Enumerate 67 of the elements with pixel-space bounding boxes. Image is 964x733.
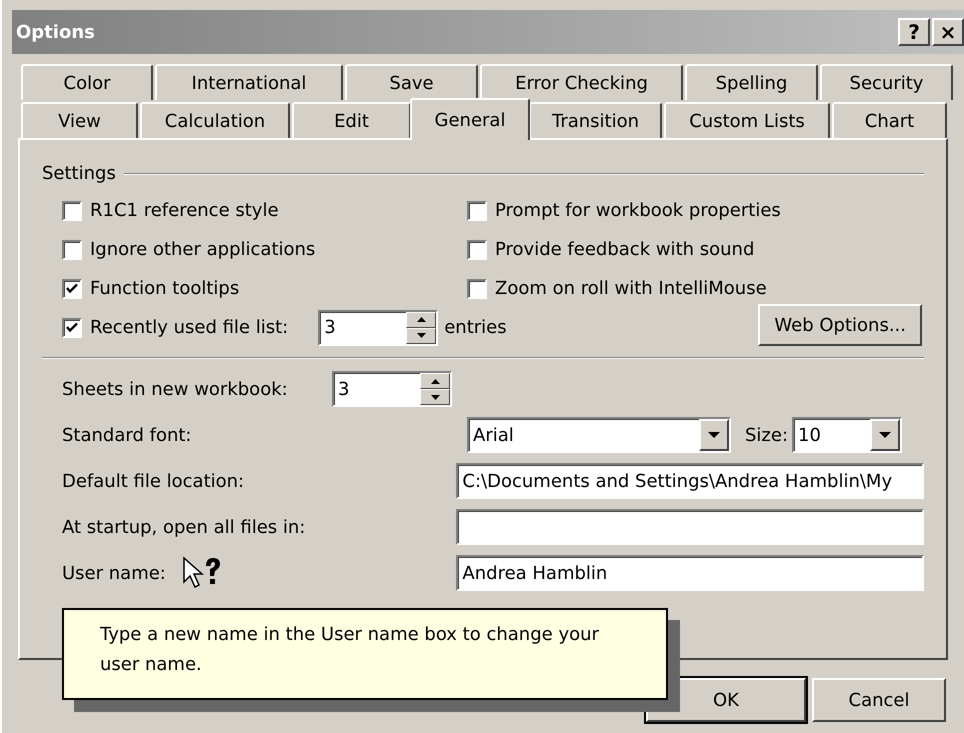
tab[interactable]: Transition — [529, 102, 662, 138]
field-value: Andrea Hamblin — [461, 562, 608, 586]
spin-down-button[interactable] — [420, 389, 450, 405]
spinner-value: 3 — [323, 316, 337, 340]
tab[interactable]: Color — [21, 64, 153, 100]
entries-label: entries — [444, 316, 507, 340]
checkbox[interactable] — [62, 318, 82, 338]
tab[interactable]: General — [410, 98, 530, 140]
size-dropdown[interactable]: 10 — [792, 417, 902, 453]
checkbox-label: Function tooltips — [90, 277, 240, 301]
spin-down-button[interactable] — [406, 328, 436, 344]
checkbox-label: Provide feedback with sound — [495, 238, 754, 262]
checkbox-label: Ignore other applications — [90, 238, 316, 262]
tab[interactable]: International — [155, 64, 343, 100]
checkbox-label: R1C1 reference style — [90, 199, 279, 223]
dropdown-value: Arial — [472, 424, 515, 448]
down-arrow-icon — [416, 333, 426, 338]
size-label: Size: — [745, 424, 788, 446]
checkmark-icon — [66, 322, 78, 333]
startup-field[interactable] — [456, 509, 924, 545]
web-options-button[interactable]: Web Options... — [758, 304, 922, 346]
checkbox-label: Prompt for workbook properties — [495, 199, 781, 223]
tab[interactable]: Chart — [832, 102, 947, 138]
up-arrow-icon — [416, 317, 426, 322]
field-value: C:\Documents and Settings\Andrea Hamblin\My — [461, 470, 892, 494]
checkbox-label: Zoom on roll with IntelliMouse — [495, 277, 767, 301]
spin-up-button[interactable] — [406, 312, 436, 328]
field-label: User name: — [62, 562, 166, 586]
field-label: Sheets in new workbook: — [62, 378, 288, 400]
tab[interactable]: Custom Lists — [664, 102, 830, 138]
field-label: Default file location: — [62, 470, 244, 492]
checkbox[interactable] — [62, 200, 82, 220]
checkbox[interactable] — [467, 240, 487, 260]
recent-files-spinner[interactable]: 3 — [318, 310, 438, 346]
checkbox[interactable] — [62, 278, 82, 298]
checkbox-label: Recently used file list: — [90, 316, 288, 340]
close-button[interactable]: × — [932, 18, 964, 46]
user-name-field[interactable]: Andrea Hamblin — [456, 555, 924, 591]
tab[interactable]: Security — [820, 64, 953, 100]
spinner-value: 3 — [337, 378, 350, 402]
tab[interactable]: Spelling — [685, 64, 818, 100]
field-label: At startup, open all files in: — [62, 516, 306, 538]
help-button[interactable]: ? — [898, 18, 930, 46]
location-field[interactable]: C:\Documents and Settings\Andrea Hamblin\My — [456, 463, 924, 499]
checkbox[interactable] — [467, 278, 487, 298]
spin-up-button[interactable] — [420, 373, 450, 389]
checkmark-icon — [66, 283, 78, 294]
cancel-button[interactable]: Cancel — [812, 678, 946, 722]
dropdown-button[interactable] — [870, 419, 900, 451]
group-title: Settings — [42, 162, 116, 186]
tab[interactable]: View — [21, 102, 138, 138]
up-arrow-icon — [430, 378, 440, 384]
tab[interactable]: Edit — [292, 102, 411, 138]
window-title: Options — [16, 20, 96, 44]
sheets-spinner[interactable]: 3 — [332, 371, 452, 407]
dropdown-button[interactable] — [699, 419, 729, 451]
field-label: Standard font: — [62, 424, 192, 446]
down-arrow-icon — [430, 394, 440, 400]
checkbox[interactable] — [467, 200, 487, 220]
dropdown-value: 10 — [797, 424, 822, 448]
checkbox[interactable] — [62, 240, 82, 260]
tab[interactable]: Save — [345, 64, 478, 100]
caret-icon — [708, 432, 720, 438]
caret-icon — [879, 432, 892, 438]
tab[interactable]: Error Checking — [480, 64, 683, 100]
font-dropdown[interactable]: Arial — [467, 417, 731, 453]
tab[interactable]: Calculation — [140, 102, 290, 138]
